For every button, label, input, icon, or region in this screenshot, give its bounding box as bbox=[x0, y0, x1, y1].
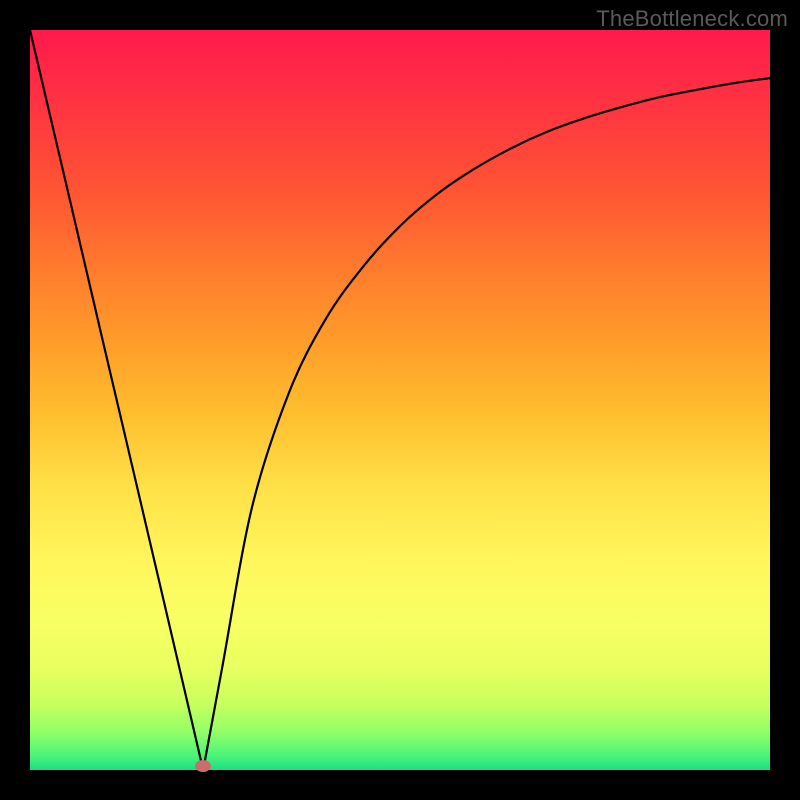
chart-frame: TheBottleneck.com bbox=[0, 0, 800, 800]
plot-area bbox=[30, 30, 770, 770]
bottleneck-curve bbox=[30, 30, 770, 770]
watermark-text: TheBottleneck.com bbox=[596, 6, 788, 32]
min-marker bbox=[195, 760, 211, 772]
curve-svg bbox=[30, 30, 770, 770]
